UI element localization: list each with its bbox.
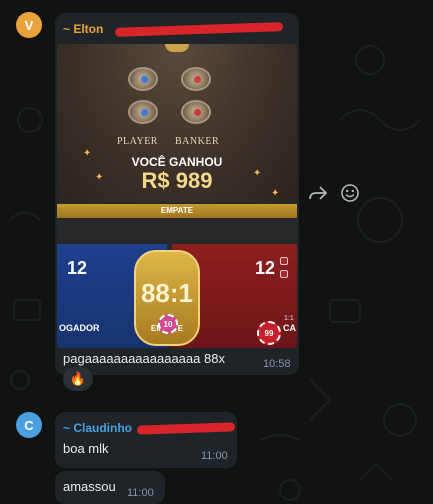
sender-name[interactable]: ~ Claudinho — [63, 421, 132, 435]
multiplier: 88:1 — [140, 278, 194, 308]
forward-icon[interactable] — [306, 181, 330, 205]
message-text: boa mlk — [63, 441, 109, 456]
win-title: VOCÊ GANHOU — [131, 155, 223, 169]
table-light — [165, 44, 189, 52]
player-score: 12 — [67, 258, 88, 278]
redacted-phone — [114, 22, 284, 37]
message-bubble[interactable]: amassou 11:00 — [55, 471, 165, 504]
avatar[interactable]: C — [16, 412, 42, 438]
banker-label: CA — [283, 323, 296, 333]
message-time: 11:00 — [201, 450, 228, 462]
cup-player-2 — [128, 100, 158, 124]
fire-emoji: 🔥 — [69, 371, 87, 386]
dice-icon — [280, 270, 288, 278]
sparkle-icon: ✦ — [83, 148, 92, 159]
shared-image[interactable]: PLAYER BANKER VOCÊ GANHOU R$ 989 ✦ ✦ ✦ ✦… — [57, 44, 297, 348]
player-cup-label: PLAYER — [117, 136, 158, 147]
banker-score: 12 — [255, 258, 276, 278]
message-time: 10:58 — [263, 358, 291, 370]
bet-chip: 10 — [158, 314, 178, 334]
chip-value: 99 — [264, 328, 274, 338]
result-banner: EMPATE — [57, 204, 297, 218]
message-bubble-elton[interactable]: ~ Elton PLAYER BANKER VOCÊ GANHOU R$ 989… — [55, 13, 299, 375]
player-label: OGADOR — [59, 323, 100, 333]
message-bubble-claudinho[interactable]: ~ Claudinho boa mlk 11:00 — [55, 412, 237, 468]
cup-banker-1 — [181, 67, 211, 91]
dice-icon — [280, 257, 288, 265]
emoji-icon[interactable] — [338, 181, 362, 205]
message-text: pagaaaaaaaaaaaaaaaa 88x — [63, 351, 225, 366]
chip-value: 10 — [163, 319, 173, 329]
sparkle-icon: ✦ — [253, 168, 262, 179]
avatar[interactable]: V — [16, 12, 42, 38]
sender-name[interactable]: ~ Elton — [63, 22, 103, 36]
cup-banker-2 — [181, 100, 211, 124]
sparkle-icon: ✦ — [95, 172, 104, 183]
message-time: 11:00 — [127, 487, 154, 499]
banker-cup-label: BANKER — [175, 136, 220, 147]
sparkle-icon: ✦ — [271, 188, 280, 199]
cup-player-1 — [128, 67, 158, 91]
baccarat-table: PLAYER BANKER VOCÊ GANHOU R$ 989 ✦ ✦ ✦ ✦ — [57, 44, 297, 202]
message-text: amassou — [63, 479, 116, 494]
side-multiplier: 1:1 — [284, 315, 294, 322]
reaction-badge[interactable]: 🔥 — [63, 367, 93, 391]
avatar-letter: V — [24, 17, 34, 33]
avatar-letter: C — [24, 417, 34, 433]
bet-chip: 99 — [257, 321, 281, 345]
redacted-phone — [136, 422, 236, 435]
